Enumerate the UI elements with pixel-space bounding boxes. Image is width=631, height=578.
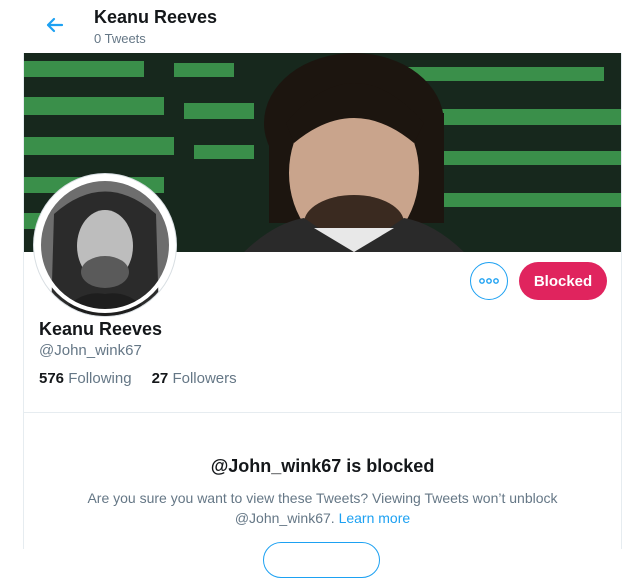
learn-more-link[interactable]: Learn more: [339, 510, 411, 526]
profile-avatar[interactable]: [34, 174, 176, 316]
following-link[interactable]: 576 Following: [39, 370, 132, 387]
blocked-notice-text: Are you sure you want to view these Twee…: [64, 488, 581, 528]
view-tweets-button[interactable]: [263, 542, 380, 578]
blocked-notice-handle: @John_wink67.: [234, 510, 335, 526]
profile-stats: 576 Following 27 Followers: [39, 370, 237, 387]
blocked-button[interactable]: Blocked: [519, 262, 607, 300]
top-bar: Keanu Reeves 0 Tweets: [0, 0, 631, 53]
section-divider: [24, 412, 621, 413]
blocked-notice-title: @John_wink67 is blocked: [210, 456, 435, 476]
following-count: 576: [39, 370, 65, 387]
followers-link[interactable]: 27 Followers: [152, 370, 237, 387]
arrow-left-icon: [46, 17, 64, 33]
blocked-notice-question: Are you sure you want to view these Twee…: [87, 490, 558, 506]
followers-label: Followers: [172, 370, 237, 387]
followers-count: 27: [151, 370, 169, 387]
more-horizontal-icon: [479, 278, 499, 284]
more-options-button[interactable]: [470, 262, 508, 300]
profile-name: Keanu Reeves: [39, 319, 163, 339]
back-button[interactable]: [42, 12, 68, 38]
profile-handle: @John_wink67: [39, 342, 142, 359]
avatar-image: [37, 177, 173, 316]
header-tweet-count: 0 Tweets: [94, 31, 146, 46]
header-title: Keanu Reeves: [94, 7, 218, 27]
following-label: Following: [68, 370, 132, 387]
